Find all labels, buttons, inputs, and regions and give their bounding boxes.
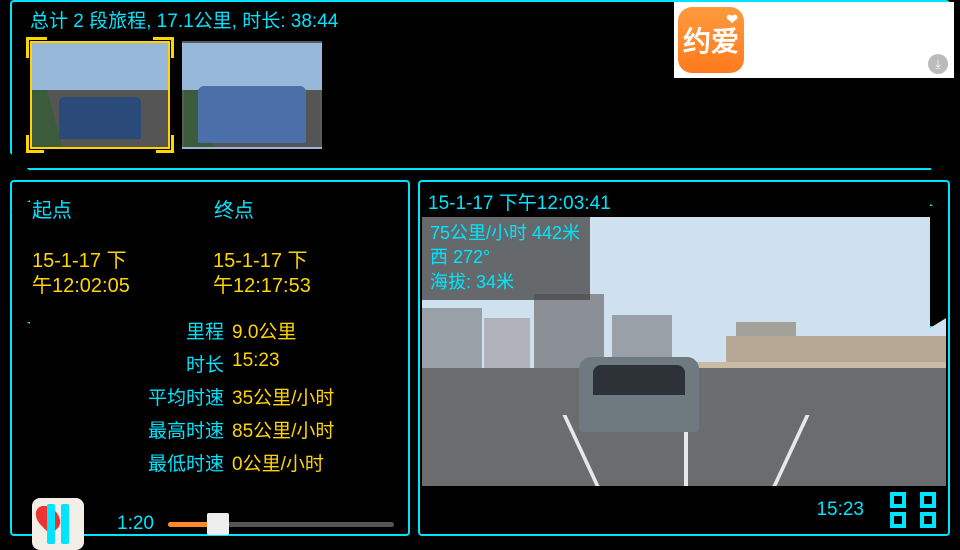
max-speed-label: 最高时速 (32, 416, 232, 443)
start-header: 起点 (32, 194, 214, 223)
video-duration: 15:23 (816, 499, 864, 521)
video-frame[interactable]: 75公里/小时 442米 西 272° 海拔: 34米 (422, 217, 946, 486)
distance-value: 9.0公里 (232, 317, 296, 344)
start-time: 15-1-17 下午12:02:05 (32, 249, 213, 299)
avg-speed-label: 平均时速 (32, 383, 232, 410)
playback-slider[interactable] (168, 512, 394, 536)
playback-position: 1:20 (98, 513, 154, 535)
end-header: 终点 (214, 194, 254, 223)
min-speed-label: 最低时速 (32, 449, 232, 476)
video-panel: 15-1-17 下午12:03:41 75公里/小时 442米 西 272° 海… (418, 180, 950, 536)
fullscreen-button[interactable] (890, 492, 936, 528)
video-timestamp: 15-1-17 下午12:03:41 (420, 182, 948, 217)
end-time: 15-1-17 下午12:17:53 (213, 249, 394, 299)
duration-label: 时长 (32, 350, 232, 377)
thumbnail-1[interactable] (30, 41, 170, 149)
ad-icon: 约爱 (678, 7, 744, 73)
duration-value: 15:23 (232, 350, 280, 377)
telemetry-overlay: 75公里/小时 442米 西 272° 海拔: 34米 (422, 217, 590, 300)
overlay-altitude: 海拔: 34米 (430, 270, 580, 294)
max-speed-value: 85公里/小时 (232, 416, 334, 443)
ad-info-icon[interactable]: ⤓ (928, 54, 948, 74)
thumbnail-2[interactable] (182, 41, 322, 149)
min-speed-value: 0公里/小时 (232, 449, 324, 476)
map-pause-button[interactable] (32, 498, 84, 550)
trip-stats-panel: 起点 终点 15-1-17 下午12:02:05 15-1-17 下午12:17… (10, 180, 410, 536)
ad-banner[interactable]: 约爱 ⤓ (674, 2, 954, 78)
distance-label: 里程 (32, 317, 232, 344)
overlay-heading: 西 272° (430, 245, 580, 269)
pause-icon (32, 498, 84, 550)
overlay-speed: 75公里/小时 442米 (430, 221, 580, 245)
avg-speed-value: 35公里/小时 (232, 383, 334, 410)
vehicle-graphic (579, 357, 699, 432)
